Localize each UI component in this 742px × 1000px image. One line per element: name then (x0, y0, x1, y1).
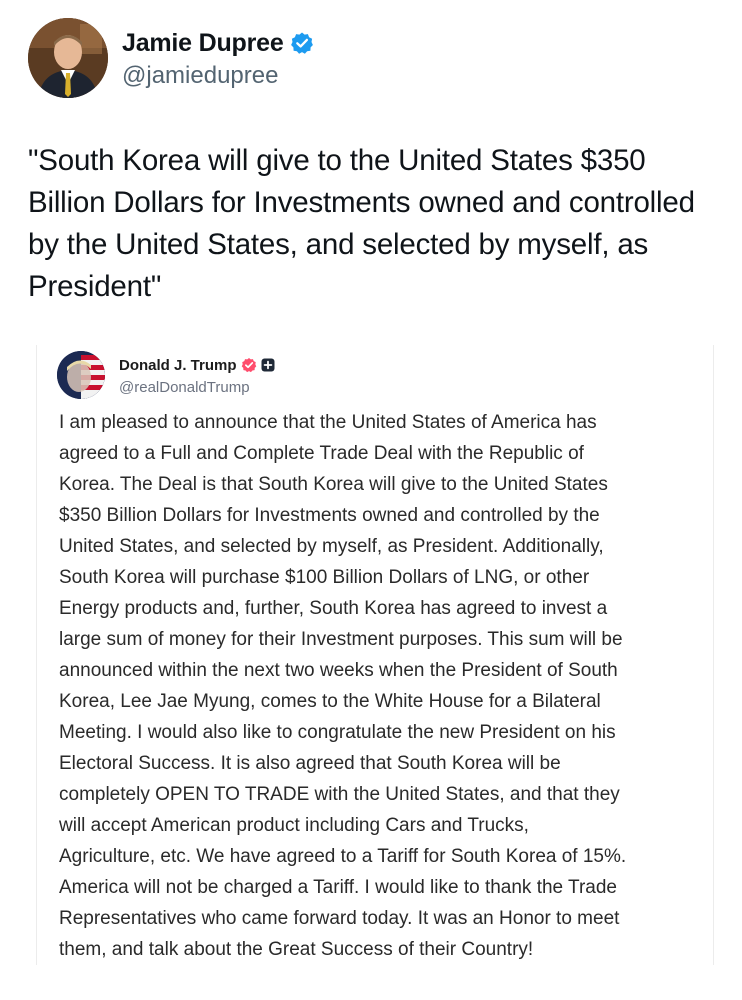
embedded-author-name: Donald J. Trump (119, 356, 237, 374)
verified-badge-icon[interactable] (290, 31, 314, 55)
embedded-post-header: Donald J. Trump @realDonaldTrump (57, 351, 275, 399)
flag-portrait-icon (57, 351, 105, 399)
embedded-post-line: Energy products and, further, South Kore… (59, 598, 608, 619)
embedded-post-line: $350 Billion Dollars for Investments own… (59, 505, 600, 526)
tweet-author: Jamie Dupree @jamiedupree (28, 18, 314, 98)
display-name-row: Jamie Dupree (122, 26, 314, 60)
embedded-name-row: Donald J. Trump (119, 354, 275, 376)
embedded-screenshot[interactable]: Donald J. Trump @realDonaldTrump I am pl… (36, 345, 714, 965)
embedded-post-line: Korea, Lee Jae Myung, comes to the White… (59, 691, 601, 712)
embedded-post-body: I am pleased to announce that the United… (59, 407, 699, 965)
tweet-text: "South Korea will give to the United Sta… (28, 144, 695, 303)
avatar-photo-icon (28, 18, 108, 98)
embedded-post-line: will accept American product including C… (59, 815, 529, 836)
embedded-post-line: I am pleased to announce that the United… (59, 412, 597, 433)
embedded-post-line: large sum of money for their Investment … (59, 629, 623, 650)
embedded-author-handle: @realDonaldTrump (119, 379, 250, 396)
embedded-post-line: Korea. The Deal is that South Korea will… (59, 474, 608, 495)
embedded-post-line: them, and talk about the Great Success o… (59, 939, 534, 960)
embedded-post-line: completely OPEN TO TRADE with the United… (59, 784, 620, 805)
author-avatar[interactable] (28, 18, 108, 98)
embedded-post-line: America will not be charged a Tariff. I … (59, 877, 617, 898)
verified-badge-icon (241, 357, 257, 373)
embedded-post-line: agreed to a Full and Complete Trade Deal… (59, 443, 584, 464)
embedded-post-line: United States, and selected by myself, a… (59, 536, 604, 557)
embedded-post-line: Meeting. I would also like to congratula… (59, 722, 616, 743)
embedded-post-line: Electoral Success. It is also agreed tha… (59, 753, 561, 774)
embedded-author-names: Donald J. Trump @realDonaldTrump (119, 354, 275, 396)
embedded-post-line: South Korea will purchase $100 Billion D… (59, 567, 590, 588)
tweet: Jamie Dupree @jamiedupree "South Korea w… (0, 0, 742, 1000)
plus-badge-icon (261, 358, 275, 372)
author-names: Jamie Dupree @jamiedupree (122, 26, 314, 90)
embedded-post-line: Representatives who came forward today. … (59, 908, 620, 929)
author-handle[interactable]: @jamiedupree (122, 62, 314, 90)
embedded-post-line: announced within the next two weeks when… (59, 660, 618, 681)
embedded-author-avatar (57, 351, 105, 399)
embedded-post-line: Agriculture, etc. We have agreed to a Ta… (59, 846, 627, 867)
author-display-name[interactable]: Jamie Dupree (122, 29, 284, 58)
